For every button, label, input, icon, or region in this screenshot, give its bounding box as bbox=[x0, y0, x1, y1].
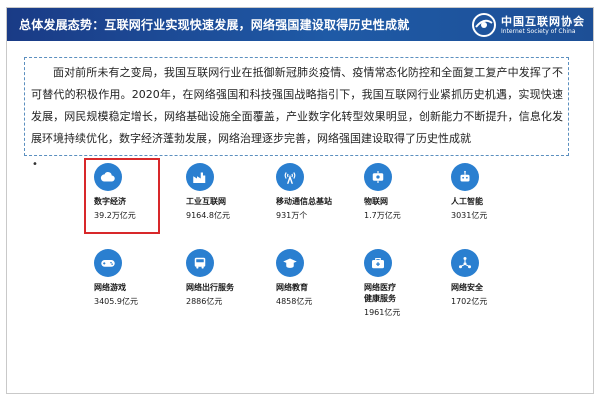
bus-icon bbox=[186, 249, 214, 277]
stat-label-line1: 网络医疗 bbox=[364, 283, 396, 292]
isc-logo: 中国互联网协会 Internet Society of China bbox=[471, 12, 585, 38]
stat-value: 931万个 bbox=[276, 211, 308, 220]
stat-digital-economy: 数字经济 39.2万亿元 bbox=[94, 163, 174, 221]
bullet-point: • bbox=[32, 159, 38, 170]
stat-value: 3031亿元 bbox=[451, 211, 488, 220]
stat-value: 9164.8亿元 bbox=[186, 211, 230, 220]
iot-icon bbox=[364, 163, 392, 191]
medical-kit-icon bbox=[364, 249, 392, 277]
stat-iot: 物联网 1.7万亿元 bbox=[364, 163, 444, 221]
cloud-icon bbox=[94, 163, 122, 191]
stat-value: 1702亿元 bbox=[451, 297, 488, 306]
stat-label-line2: 健康服务 bbox=[364, 294, 396, 303]
stat-label: 网络医疗 健康服务 bbox=[364, 282, 444, 304]
stat-travel-services: 网络出行服务 2886亿元 bbox=[186, 249, 266, 307]
stat-label: 网络游戏 bbox=[94, 283, 126, 292]
stat-value: 2886亿元 bbox=[186, 297, 223, 306]
stat-label: 网络安全 bbox=[451, 283, 483, 292]
stat-value: 39.2万亿元 bbox=[94, 211, 136, 220]
stat-online-education: 网络教育 4858亿元 bbox=[276, 249, 356, 307]
summary-text-box: 面对前所未有之变局，我国互联网行业在抵御新冠肺炎疫情、疫情常态化防控和全面复工复… bbox=[24, 57, 569, 156]
signal-tower-icon bbox=[276, 163, 304, 191]
stat-industrial-internet: 工业互联网 9164.8亿元 bbox=[186, 163, 266, 221]
education-icon bbox=[276, 249, 304, 277]
robot-icon bbox=[451, 163, 479, 191]
stat-label: 网络教育 bbox=[276, 283, 308, 292]
stat-ai: 人工智能 3031亿元 bbox=[451, 163, 531, 221]
logo-en-text: Internet Society of China bbox=[501, 27, 576, 35]
network-security-icon bbox=[451, 249, 479, 277]
stat-value: 3405.9亿元 bbox=[94, 297, 138, 306]
isc-logo-icon bbox=[472, 13, 496, 37]
stat-label: 物联网 bbox=[364, 197, 388, 206]
logo-cn-text: 中国互联网协会 bbox=[501, 14, 585, 28]
stat-label: 数字经济 bbox=[94, 197, 126, 206]
stat-base-stations: 移动通信总基站 931万个 bbox=[276, 163, 356, 221]
page-title: 总体发展态势：互联网行业实现快速发展，网络强国建设取得历史性成就 bbox=[19, 18, 410, 32]
stat-online-games: 网络游戏 3405.9亿元 bbox=[94, 249, 174, 307]
stat-value: 1.7万亿元 bbox=[364, 211, 401, 220]
stat-label: 网络出行服务 bbox=[186, 283, 234, 292]
stat-network-security: 网络安全 1702亿元 bbox=[451, 249, 531, 307]
title-banner: 总体发展态势：互联网行业实现快速发展，网络强国建设取得历史性成就 中国互联网协会… bbox=[7, 8, 593, 41]
summary-paragraph: 面对前所未有之变局，我国互联网行业在抵御新冠肺炎疫情、疫情常态化防控和全面复工复… bbox=[31, 66, 563, 145]
stat-medical-services: 网络医疗健康服务 1961亿元 bbox=[364, 249, 444, 318]
stat-label: 工业互联网 bbox=[186, 197, 226, 206]
stat-value: 1961亿元 bbox=[364, 308, 401, 317]
gamepad-icon bbox=[94, 249, 122, 277]
stat-label: 人工智能 bbox=[451, 197, 483, 206]
stat-label: 移动通信总基站 bbox=[276, 197, 332, 206]
stat-value: 4858亿元 bbox=[276, 297, 313, 306]
factory-icon bbox=[186, 163, 214, 191]
